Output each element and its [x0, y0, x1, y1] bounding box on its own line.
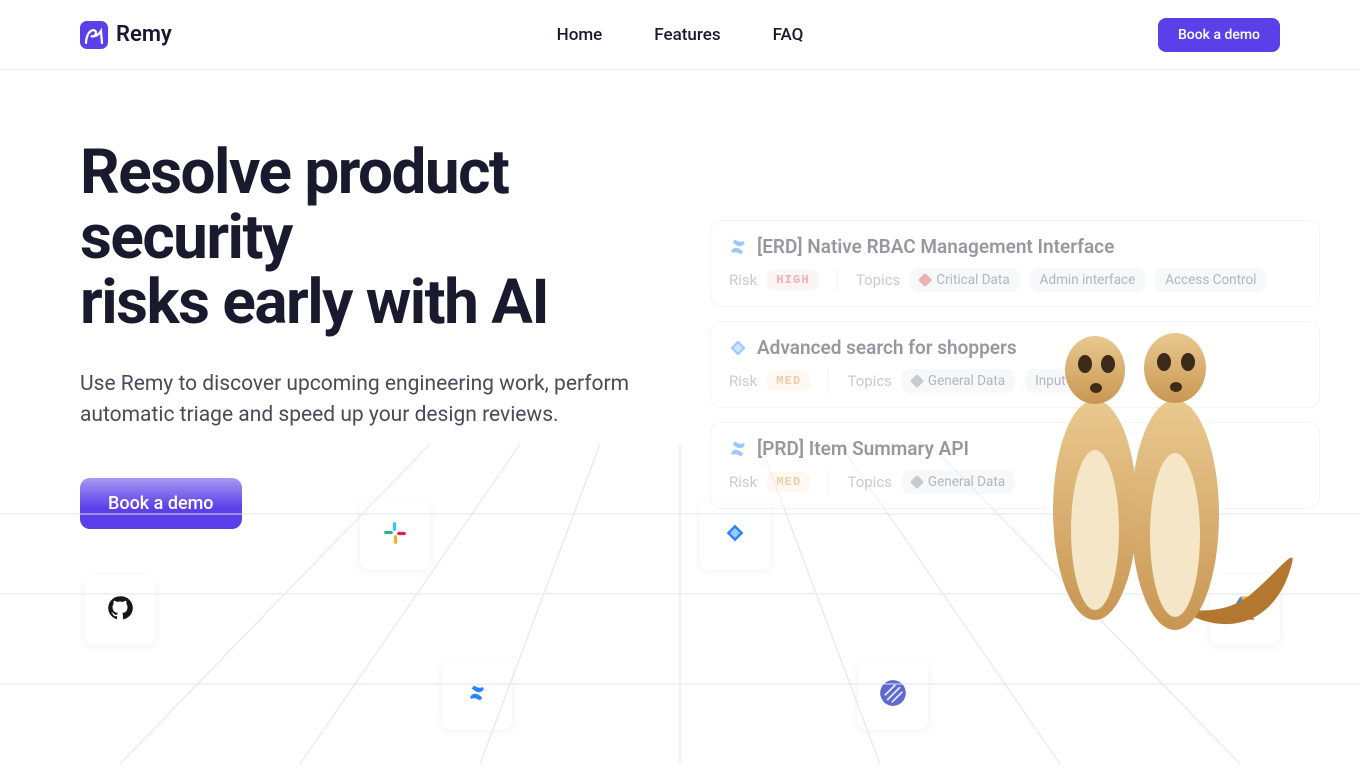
hero-book-demo-button[interactable]: Book a demo [80, 478, 242, 529]
card-title: [ERD] Native RBAC Management Interface [729, 235, 1301, 258]
integration-tile-confluence [442, 660, 512, 730]
topic-pill[interactable]: Critical Data [910, 268, 1019, 292]
risk-label: Risk [729, 271, 757, 289]
card-meta: Risk MED Topics General Data Input [729, 369, 1301, 393]
topic-pill-label: Critical Data [936, 272, 1009, 288]
topics-cell: Topics Critical Data Admin interface Access… [837, 268, 1285, 292]
hero-section: Resolve product security risks early wit… [0, 70, 1360, 764]
card-title: [PRD] Item Summary API [729, 437, 1301, 460]
slack-icon [382, 520, 408, 550]
topic-severity-icon [910, 374, 924, 388]
topic-pill-label: General Data [928, 474, 1005, 490]
review-card[interactable]: [PRD] Item Summary APIRisk MED Topics Gener… [710, 422, 1320, 509]
top-nav: Remy Home Features FAQ Book a demo [0, 0, 1360, 70]
primary-nav: Home Features FAQ [557, 25, 804, 45]
risk-badge: MED [767, 472, 810, 492]
brand-logo[interactable]: Remy [80, 21, 172, 49]
headline: Resolve product security risks early wit… [80, 140, 720, 335]
risk-cell: Risk MED [729, 371, 828, 391]
topic-pill-label: Admin interface [1040, 272, 1136, 288]
linear-icon [879, 679, 907, 711]
risk-badge: MED [767, 371, 810, 391]
integration-tile-github [85, 575, 155, 645]
topic-pill-label: Input [1035, 373, 1066, 389]
topic-pill[interactable]: Admin interface [1030, 268, 1146, 292]
risk-label: Risk [729, 473, 757, 491]
brand-name: Remy [116, 22, 172, 47]
jira-icon [725, 523, 745, 547]
topic-pill[interactable]: Input [1025, 369, 1076, 393]
confluence-icon [468, 684, 486, 706]
risk-badge: HIGH [767, 270, 819, 290]
topic-severity-icon [918, 273, 932, 287]
topic-pill[interactable]: Access Control [1155, 268, 1266, 292]
review-card[interactable]: [ERD] Native RBAC Management InterfaceRi… [710, 220, 1320, 307]
topics-label: Topics [847, 372, 891, 390]
confluence-icon [729, 440, 747, 458]
card-title-text: [PRD] Item Summary API [757, 437, 969, 460]
integration-tile-gdrive [1210, 575, 1280, 645]
risk-label: Risk [729, 372, 757, 390]
card-title-text: [ERD] Native RBAC Management Interface [757, 235, 1114, 258]
topics-label: Topics [856, 271, 900, 289]
topic-pill-label: General Data [928, 373, 1005, 389]
headline-line-2: risks early with AI [80, 266, 548, 339]
card-title: Advanced search for shoppers [729, 336, 1301, 359]
topic-pill[interactable]: General Data [902, 470, 1015, 494]
integration-tile-slack [360, 500, 430, 570]
topics-cell: Topics General Data Input [828, 369, 1093, 393]
topic-pill[interactable]: General Data [902, 369, 1015, 393]
card-meta: Risk MED Topics General Data [729, 470, 1301, 494]
nav-link-features[interactable]: Features [654, 25, 720, 45]
topic-severity-icon [910, 475, 924, 489]
brand-mark-icon [80, 21, 108, 49]
review-cards-panel: [ERD] Native RBAC Management InterfaceRi… [710, 220, 1320, 523]
topics-label: Topics [847, 473, 891, 491]
nav-link-faq[interactable]: FAQ [773, 25, 804, 45]
topic-pill-label: Access Control [1165, 272, 1256, 288]
gdrive-icon [1231, 596, 1259, 624]
integration-tile-linear [858, 660, 928, 730]
subheadline: Use Remy to discover upcoming engineerin… [80, 369, 660, 430]
card-title-text: Advanced search for shoppers [757, 336, 1017, 359]
risk-cell: Risk MED [729, 472, 828, 492]
risk-cell: Risk HIGH [729, 270, 837, 290]
nav-link-home[interactable]: Home [557, 25, 603, 45]
card-meta: Risk HIGH Topics Critical Data Admin interfa… [729, 268, 1301, 292]
nav-book-demo-button[interactable]: Book a demo [1158, 18, 1280, 52]
headline-line-1: Resolve product security [80, 136, 508, 274]
jira-icon [729, 339, 747, 357]
confluence-icon [729, 238, 747, 256]
topics-cell: Topics General Data [828, 470, 1033, 494]
review-card[interactable]: Advanced search for shoppersRisk MED Topic… [710, 321, 1320, 408]
github-icon [106, 594, 134, 626]
